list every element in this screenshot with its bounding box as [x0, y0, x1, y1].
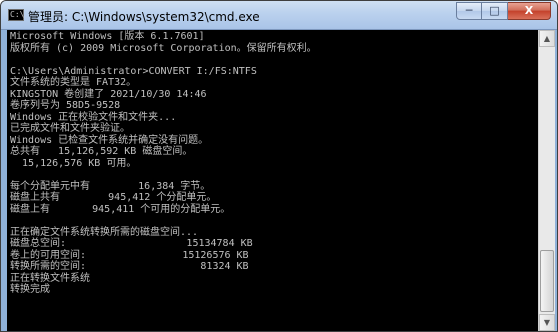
maximize-button[interactable]: □	[482, 2, 508, 20]
cmd-icon[interactable]: C:\	[8, 9, 24, 21]
scroll-up-button[interactable]: ▲	[539, 30, 555, 47]
scroll-down-button[interactable]: ▼	[539, 314, 555, 331]
console-line: 卷序列号为 58D5-9528	[10, 100, 121, 111]
console-line: 版权所有 (c) 2009 Microsoft Corporation。保留所有…	[10, 42, 317, 54]
scroll-thumb[interactable]	[540, 250, 554, 312]
console-line: 卷上的可用空间: 15126576 KB	[10, 249, 249, 261]
console-line: 文件系统的类型是 FAT32。	[10, 77, 137, 88]
console-line: 正在转换文件系统	[10, 272, 90, 284]
console-line: Windows 已检查文件系统并确定没有问题。	[10, 134, 209, 146]
console-line: 转换所需的空间: 81324 KB	[10, 261, 249, 272]
cmd-window: C:\ 管理员: C:\Windows\system32\cmd.exe ─ □…	[0, 0, 558, 332]
console-line: 总共有 15,126,592 KB 磁盘空间。	[10, 146, 193, 157]
console-line: 正在确定文件系统转换所需的磁盘空间...	[10, 226, 199, 238]
console-line: KINGSTON 卷创建了 2021/10/30 14:46	[10, 88, 207, 100]
console-line: 磁盘上有 945,411 个可用的分配单元。	[10, 203, 231, 215]
window-title: 管理员: C:\Windows\system32\cmd.exe	[28, 10, 260, 24]
console-line: C:\Users\Administrator>CONVERT I:/FS:NTF…	[10, 65, 257, 77]
console-line: 转换完成	[10, 284, 50, 295]
window-controls: ─ □ X	[456, 2, 551, 21]
title-bar[interactable]: C:\ 管理员: C:\Windows\system32\cmd.exe ─ □…	[1, 1, 557, 30]
minimize-button[interactable]: ─	[456, 2, 482, 20]
vertical-scrollbar[interactable]: ▲ ▼	[538, 30, 555, 331]
console-line: 磁盘总空间: 15134784 KB	[10, 238, 253, 249]
console-output[interactable]: Microsoft Windows [版本 6.1.7601] 版权所有 (c) …	[7, 30, 538, 331]
console-line: 每个分配单元中有 16,384 字节。	[10, 180, 211, 192]
console-line: Microsoft Windows [版本 6.1.7601]	[10, 31, 205, 42]
close-button[interactable]: X	[508, 2, 551, 20]
console-line: 已完成文件和文件夹验证。	[10, 123, 130, 134]
console-lines: Microsoft Windows [版本 6.1.7601] 版权所有 (c) …	[10, 31, 317, 296]
console-line: 磁盘上共有 945,412 个分配单元。	[10, 192, 217, 203]
console-line: 15,126,576 KB 可用。	[10, 157, 137, 169]
console-line: Windows 正在校验文件和文件夹...	[10, 111, 177, 123]
